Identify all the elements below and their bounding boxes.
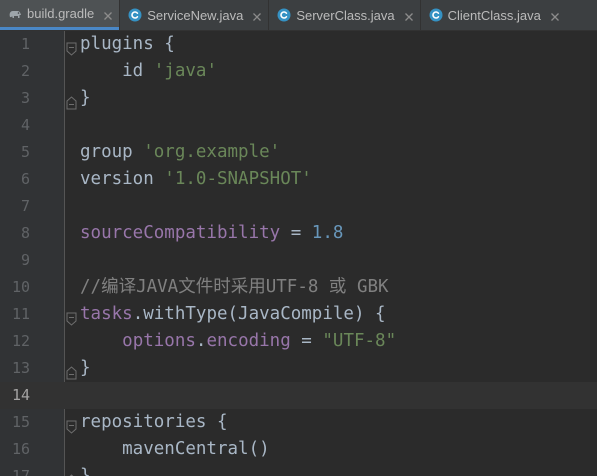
java-class-icon [128, 8, 142, 22]
code-line[interactable]: 15 repositories { [0, 409, 597, 436]
code-line[interactable]: 2 id 'java' [0, 58, 597, 85]
close-icon[interactable] [103, 9, 113, 20]
code-line[interactable]: 10 //编译JAVA文件时采用UTF-8 或 GBK [0, 274, 597, 301]
code-text: tasks.withType(JavaCompile) { [80, 301, 386, 328]
line-number: 8 [20, 224, 30, 242]
line-number: 10 [11, 278, 30, 296]
code-line[interactable]: 8 sourceCompatibility = 1.8 [0, 220, 597, 247]
code-text: mavenCentral() [80, 436, 270, 463]
code-text: options.encoding = "UTF-8" [80, 328, 396, 355]
line-number: 2 [20, 62, 30, 80]
line-number: 7 [20, 197, 30, 215]
code-token: 1.8 [311, 223, 344, 243]
code-line[interactable]: 12 options.encoding = "UTF-8" [0, 328, 597, 355]
code-text: version '1.0-SNAPSHOT' [80, 166, 312, 193]
code-token: } [80, 466, 91, 476]
tab-label: ClientClass.java [447, 7, 541, 23]
code-line[interactable]: 4 [0, 112, 597, 139]
code-token: sourceCompatibility [80, 223, 281, 243]
code-token: options [122, 331, 196, 351]
code-text: plugins { [80, 31, 175, 58]
tab-serverclass-java[interactable]: ServerClass.java [269, 0, 419, 30]
code-line[interactable]: 7 [0, 193, 597, 220]
code-line[interactable]: 3} [0, 85, 597, 112]
java-class-icon [429, 8, 443, 22]
code-token: version [80, 169, 165, 189]
line-number: 13 [11, 359, 30, 377]
code-text: group 'org.example' [80, 139, 280, 166]
tab-label: ServiceNew.java [147, 7, 244, 23]
tab-build-gradle[interactable]: build.gradle [0, 0, 120, 30]
code-token: mavenCentral() [80, 439, 270, 459]
line-number: 15 [11, 413, 30, 431]
line-number: 5 [20, 143, 30, 161]
fold-collapse-icon[interactable] [66, 307, 77, 326]
gradle-elephant-icon [8, 7, 22, 21]
code-line[interactable]: 11 tasks.withType(JavaCompile) { [0, 301, 597, 328]
fold-end-icon[interactable] [66, 361, 77, 380]
code-line[interactable]: 17} [0, 463, 597, 476]
tab-label: ServerClass.java [296, 7, 395, 23]
code-token: } [80, 88, 91, 108]
code-editor[interactable]: 1 plugins {2 id 'java' 3} 4 5 group 'org.exam… [0, 31, 597, 476]
code-line[interactable]: 5 group 'org.example' [0, 139, 597, 166]
code-token: plugins { [80, 34, 175, 54]
line-number: 11 [11, 305, 30, 323]
ide-window: build.gradle ServiceNew.java ServerClass.j… [0, 0, 597, 476]
editor-tab-bar: build.gradle ServiceNew.java ServerClass.j… [0, 0, 597, 31]
line-number: 14 [11, 386, 30, 404]
line-number: 9 [20, 251, 30, 269]
fold-collapse-icon[interactable] [66, 37, 77, 56]
code-text: } [80, 463, 91, 476]
line-number: 4 [20, 116, 30, 134]
code-token: id [80, 61, 154, 81]
code-token: "UTF-8" [322, 331, 397, 351]
code-token: = [290, 331, 323, 351]
close-icon[interactable] [404, 10, 414, 21]
code-text: id 'java' [80, 58, 217, 85]
code-text: } [80, 355, 91, 382]
code-token: } [80, 358, 91, 378]
code-token: '1.0-SNAPSHOT' [164, 169, 312, 189]
code-text: } [80, 85, 91, 112]
fold-collapse-icon[interactable] [66, 415, 77, 434]
line-number: 1 [20, 35, 30, 53]
code-text: sourceCompatibility = 1.8 [80, 220, 343, 247]
line-number: 16 [11, 440, 30, 458]
code-token: = [280, 223, 312, 243]
line-number: 12 [11, 332, 30, 350]
java-class-icon [277, 8, 291, 22]
tab-label: build.gradle [27, 6, 95, 21]
code-text: repositories { [80, 409, 228, 436]
tab-clientclass-java[interactable]: ClientClass.java [421, 0, 566, 30]
code-token: .withType(JavaCompile) { [132, 304, 386, 324]
code-line[interactable]: 6 version '1.0-SNAPSHOT' [0, 166, 597, 193]
code-token: group [80, 142, 144, 162]
fold-end-icon[interactable] [66, 469, 77, 476]
code-line[interactable]: 9 [0, 247, 597, 274]
code-text: //编译JAVA文件时采用UTF-8 或 GBK [80, 274, 389, 301]
code-token: encoding [206, 331, 291, 351]
fold-end-icon[interactable] [66, 91, 77, 110]
code-token: 'java' [153, 61, 217, 81]
code-line[interactable]: 1 plugins { [0, 31, 597, 58]
tab-servicenew-java[interactable]: ServiceNew.java [120, 0, 268, 30]
code-token: repositories { [80, 412, 228, 432]
code-token: //编译JAVA文件时采用UTF-8 或 GBK [80, 277, 389, 297]
line-number: 17 [11, 467, 30, 476]
code-line[interactable]: 16 mavenCentral() [0, 436, 597, 463]
close-icon[interactable] [550, 10, 560, 21]
code-token: tasks [80, 304, 133, 324]
line-number: 6 [20, 170, 30, 188]
code-line[interactable]: 14 [0, 382, 597, 409]
code-line[interactable]: 13} [0, 355, 597, 382]
code-token: 'org.example' [143, 142, 281, 162]
code-token: . [195, 331, 207, 351]
close-icon[interactable] [252, 10, 262, 21]
line-number: 3 [20, 89, 30, 107]
